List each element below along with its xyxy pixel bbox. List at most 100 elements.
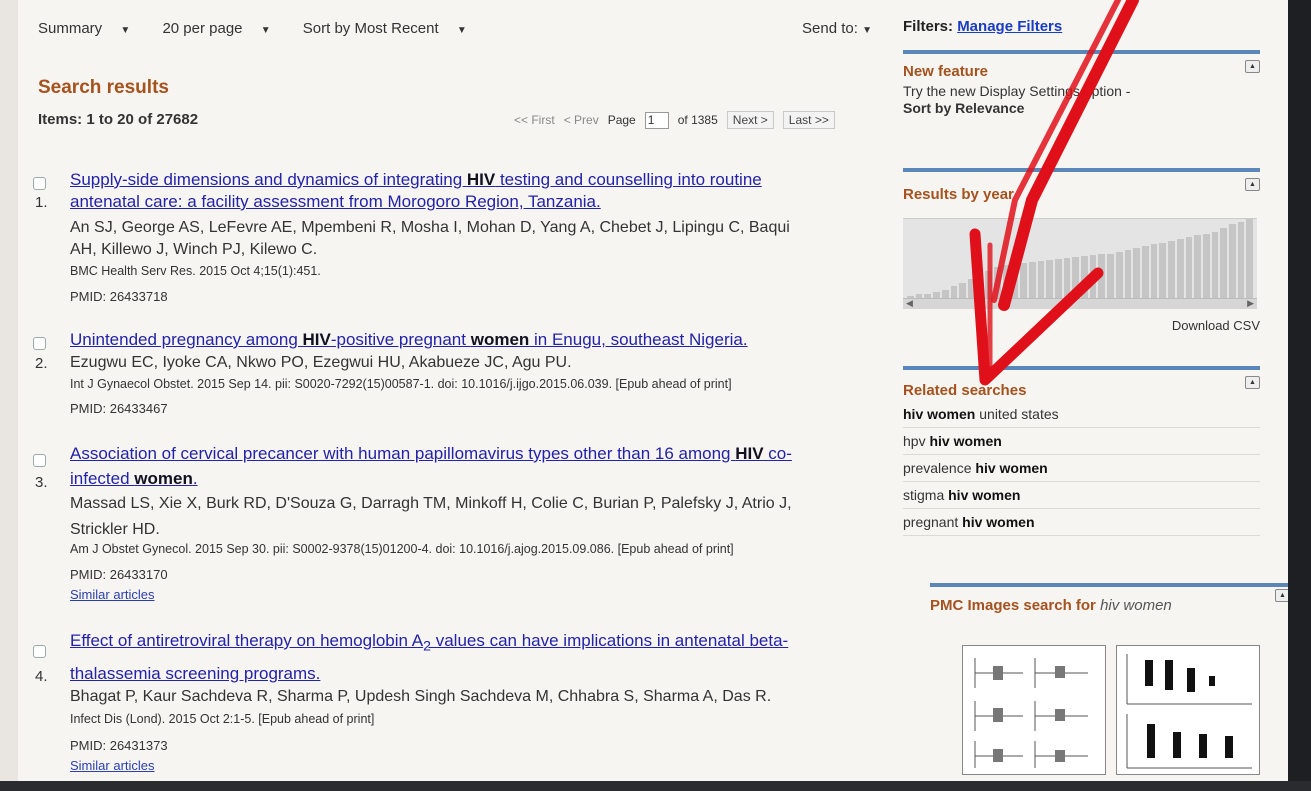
- collapse-icon[interactable]: ▲: [1245, 178, 1260, 191]
- per-page-dropdown[interactable]: 20 per page ▼: [162, 20, 284, 37]
- year-bar[interactable]: [1141, 246, 1149, 299]
- result-checkbox[interactable]: [33, 337, 46, 350]
- year-bar[interactable]: [1081, 256, 1088, 299]
- year-bar[interactable]: [1194, 235, 1201, 299]
- collapse-icon[interactable]: ▲: [1245, 376, 1260, 389]
- sort-dropdown[interactable]: Sort by Most Recent ▼: [303, 20, 481, 37]
- year-bar[interactable]: [1098, 254, 1106, 299]
- format-dropdown[interactable]: Summary ▼: [38, 20, 144, 37]
- year-bar[interactable]: [1220, 228, 1228, 299]
- title-text: testing and counselling into routine: [495, 170, 762, 189]
- pmc-image-thumbnail[interactable]: [962, 645, 1106, 775]
- related-search-item[interactable]: pregnant hiv women: [903, 509, 1260, 536]
- year-bar[interactable]: [1037, 260, 1045, 299]
- scroll-right-icon[interactable]: ▶: [1247, 298, 1254, 309]
- result-checkbox[interactable]: [33, 454, 46, 467]
- year-bar[interactable]: [967, 279, 975, 299]
- panel-divider: [903, 50, 1260, 54]
- year-bar[interactable]: [1185, 237, 1193, 299]
- sort-by-relevance-link[interactable]: Sort by Relevance: [903, 100, 1260, 116]
- result-number: 1.: [35, 194, 48, 211]
- result-title-link[interactable]: Association of cervical precancer with h…: [70, 443, 792, 465]
- year-bar[interactable]: [1011, 263, 1019, 299]
- year-bar[interactable]: [1133, 248, 1140, 299]
- result-title-link[interactable]: Effect of antiretroviral therapy on hemo…: [70, 630, 788, 657]
- year-bar[interactable]: [1159, 242, 1167, 299]
- related-search-item[interactable]: prevalence hiv women: [903, 455, 1260, 482]
- pmc-title-text: PMC Images search for: [930, 597, 1101, 614]
- prev-page-link[interactable]: < Prev: [564, 113, 599, 127]
- result-title-link[interactable]: Unintended pregnancy among HIV-positive …: [70, 329, 748, 351]
- related-text: hpv: [903, 433, 930, 449]
- result-number: 2.: [35, 355, 48, 372]
- year-bar[interactable]: [1246, 219, 1254, 299]
- result-title-link[interactable]: infected women.: [70, 468, 198, 490]
- result-checkbox[interactable]: [33, 645, 46, 658]
- year-bar[interactable]: [1028, 261, 1036, 299]
- result-authors: Massad LS, Xie X, Burk RD, D'Souza G, Da…: [70, 495, 792, 512]
- last-page-button[interactable]: Last >>: [782, 111, 835, 129]
- download-csv-link[interactable]: Download CSV: [1172, 318, 1260, 333]
- result-pmid: PMID: 26431373: [70, 738, 168, 753]
- year-bar[interactable]: [1107, 253, 1114, 299]
- related-search-item[interactable]: stigma hiv women: [903, 482, 1260, 509]
- year-bar[interactable]: [1020, 262, 1027, 299]
- related-searches-list: hiv women united states hpv hiv women pr…: [903, 401, 1260, 536]
- similar-articles-link[interactable]: Similar articles: [70, 587, 155, 602]
- manage-filters-link[interactable]: Manage Filters: [957, 18, 1062, 35]
- year-bar[interactable]: [1124, 249, 1132, 299]
- send-to-dropdown[interactable]: Send to: ▼: [802, 20, 872, 37]
- page-total: of 1385: [677, 113, 718, 127]
- year-bar[interactable]: [976, 274, 984, 299]
- result-pmid: PMID: 26433467: [70, 401, 168, 416]
- year-bar[interactable]: [1237, 221, 1245, 299]
- similar-articles-link[interactable]: Similar articles: [70, 758, 155, 773]
- year-bar[interactable]: [1229, 224, 1236, 299]
- year-bar[interactable]: [1089, 255, 1097, 299]
- year-bar[interactable]: [959, 282, 966, 299]
- title-highlight: HIV: [302, 330, 331, 349]
- year-bar[interactable]: [1054, 259, 1062, 299]
- result-authors: Ezugwu EC, Iyoke CA, Nkwo PO, Ezegwui HU…: [70, 354, 572, 371]
- pmc-image-thumbnail[interactable]: [1116, 645, 1260, 775]
- title-text: in Enugu, southeast Nigeria.: [529, 330, 748, 349]
- title-text: -positive pregnant: [330, 330, 471, 349]
- year-bar[interactable]: [1211, 231, 1219, 299]
- pmc-images-title: PMC Images search for hiv women: [930, 597, 1290, 614]
- related-text: stigma: [903, 487, 949, 503]
- send-to-label: Send to:: [802, 20, 858, 37]
- related-search-item[interactable]: hpv hiv women: [903, 428, 1260, 455]
- year-bar[interactable]: [1202, 233, 1210, 299]
- year-bar[interactable]: [1115, 251, 1123, 299]
- result-journal: Am J Obstet Gynecol. 2015 Sep 30. pii: S…: [70, 542, 734, 556]
- scroll-left-icon[interactable]: ◀: [906, 298, 913, 309]
- related-search-item[interactable]: hiv women united states: [903, 401, 1260, 428]
- title-highlight: HIV: [466, 170, 496, 189]
- page-number-input[interactable]: 1: [644, 111, 669, 129]
- year-bar[interactable]: [994, 267, 1001, 299]
- result-number: 3.: [35, 474, 48, 491]
- year-bar[interactable]: [1176, 239, 1184, 299]
- result-title-link[interactable]: Supply-side dimensions and dynamics of i…: [70, 169, 762, 191]
- collapse-icon[interactable]: ▲: [1245, 60, 1260, 73]
- year-bar[interactable]: [1072, 257, 1080, 299]
- year-bar[interactable]: [985, 270, 993, 299]
- result-checkbox[interactable]: [33, 177, 46, 190]
- result-title-link[interactable]: thalassemia screening programs.: [70, 663, 320, 685]
- first-page-link[interactable]: << First: [514, 113, 555, 127]
- year-bar[interactable]: [1150, 244, 1158, 299]
- year-bar[interactable]: [1046, 259, 1053, 299]
- result-title-link[interactable]: antenatal care: a facility assessment fr…: [70, 191, 601, 213]
- title-text: co-: [763, 444, 792, 463]
- year-bar[interactable]: [1168, 240, 1175, 299]
- chart-scrollbar[interactable]: ◀ ▶: [903, 298, 1257, 309]
- year-bar[interactable]: [1063, 258, 1071, 299]
- related-searches-panel: ▲ Related searches hiv women united stat…: [903, 366, 1260, 556]
- related-text: united states: [975, 406, 1059, 422]
- results-by-year-chart[interactable]: ◀ ▶: [903, 218, 1257, 309]
- results-by-year-panel: ▲ Results by year ◀ ▶ Download CSV: [903, 168, 1260, 343]
- year-bar[interactable]: [1002, 265, 1010, 299]
- next-page-button[interactable]: Next >: [726, 111, 774, 129]
- results-by-year-title: Results by year: [903, 186, 1014, 203]
- search-results-heading: Search results: [38, 77, 169, 98]
